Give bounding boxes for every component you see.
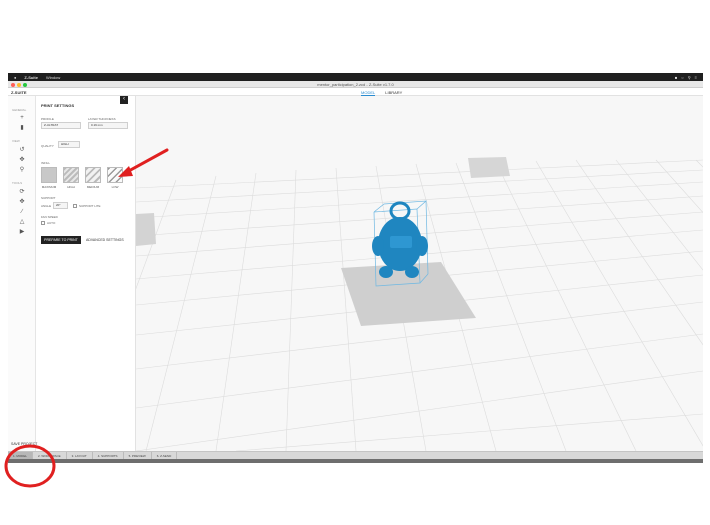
build-plate-grid	[136, 157, 703, 451]
zoom-icon[interactable]	[23, 82, 27, 87]
app-logo: Z-SUITE	[11, 90, 27, 95]
wifi-icon[interactable]: ○	[681, 75, 683, 80]
quality-label: QUALITY	[41, 144, 54, 148]
mirror-icon[interactable]: ▶	[18, 228, 26, 236]
rotate-tool-icon[interactable]: ⟳	[18, 188, 26, 196]
tool-rail: GENERAL + ▮ VIEW ↺ ✥ ⚲ TOOLS ⟳ ✥ ∕ △ ▶	[8, 96, 36, 451]
infill-maximum-option[interactable]	[41, 167, 57, 183]
fan-auto-label: AUTO	[47, 221, 56, 225]
infill-label: INFILL	[41, 161, 51, 165]
infill-maximum-label: MAXIMUM	[41, 185, 57, 189]
profile-select[interactable]: Z-ULTRAT	[41, 122, 81, 129]
infill-medium-label: MEDIUM	[86, 185, 100, 189]
support-lite-checkbox[interactable]	[73, 204, 77, 208]
fan-auto-checkbox[interactable]	[41, 221, 45, 225]
minimize-icon[interactable]	[17, 82, 21, 87]
infill-medium-option[interactable]	[85, 167, 101, 183]
menu-window[interactable]: Window	[46, 75, 60, 80]
search-icon[interactable]: ⚲	[688, 75, 691, 80]
layer-thickness-label: LAYER THICKNESS	[88, 117, 116, 121]
print-settings-panel: PRINT SETTINGS ‹ PROFILE Z-ULTRAT LAYER …	[36, 96, 136, 451]
3d-viewport[interactable]	[136, 96, 703, 451]
save-project-button[interactable]: SAVE PROJECT	[11, 442, 37, 446]
menu-list-icon[interactable]: ≡	[695, 75, 697, 80]
window-title: mentor_participation_2.zcd - Z-Suite v1.…	[317, 82, 394, 87]
delete-icon[interactable]: ▮	[18, 124, 26, 132]
support-lite-label: SUPPORT LITE	[79, 204, 101, 208]
os-menubar: ● Z-Suite Window ■ ○ ⚲ ≡	[8, 73, 703, 81]
layer-thickness-select[interactable]: 0.19 mm	[88, 122, 128, 129]
move-icon[interactable]: ✥	[18, 198, 26, 206]
advanced-settings-button[interactable]: ADVANCED SETTINGS	[86, 236, 124, 244]
app-header: Z-SUITE MODEL LIBRARY	[8, 88, 703, 96]
app-window: ● Z-Suite Window ■ ○ ⚲ ≡ mentor_particip…	[8, 73, 703, 463]
infill-high-option[interactable]	[63, 167, 79, 183]
status-icon[interactable]: ■	[675, 75, 677, 80]
rotate-view-icon[interactable]: ↺	[18, 146, 26, 154]
rail-group-tools: TOOLS	[12, 181, 23, 185]
zoom-view-icon[interactable]: ⚲	[18, 166, 26, 174]
angle-select[interactable]: 20°	[53, 202, 68, 209]
scale-icon[interactable]: △	[18, 218, 26, 226]
fan-speed-label: FAN SPEED	[41, 215, 58, 219]
infill-low-option[interactable]	[107, 167, 123, 183]
apple-icon[interactable]: ●	[14, 75, 16, 80]
infill-high-label: HIGH	[67, 185, 75, 189]
rail-group-view: VIEW	[12, 139, 20, 143]
angle-label: ANGLE	[41, 204, 52, 208]
panel-title: PRINT SETTINGS	[41, 103, 75, 108]
menu-app-name[interactable]: Z-Suite	[24, 75, 38, 80]
measure-icon[interactable]: ∕	[18, 208, 26, 216]
bottom-strip	[8, 459, 703, 463]
prepare-to-print-button[interactable]: PREPARE TO PRINT	[41, 236, 81, 244]
window-titlebar: mentor_participation_2.zcd - Z-Suite v1.…	[8, 81, 703, 88]
profile-label: PROFILE	[41, 117, 54, 121]
support-label: SUPPORT	[41, 196, 56, 200]
pan-icon[interactable]: ✥	[18, 156, 26, 164]
window-controls	[11, 82, 27, 87]
quality-select[interactable]: HIGH	[58, 141, 80, 148]
rail-group-general: GENERAL	[12, 108, 27, 112]
add-icon[interactable]: +	[18, 114, 26, 122]
infill-low-label: LOW	[111, 185, 119, 189]
workflow-bar: 1. MODEL 2. WORKSPACE 3. LAYOUT 4. SUPPO…	[8, 451, 703, 460]
close-icon[interactable]	[11, 82, 15, 87]
collapse-panel-button[interactable]: ‹	[120, 96, 128, 104]
